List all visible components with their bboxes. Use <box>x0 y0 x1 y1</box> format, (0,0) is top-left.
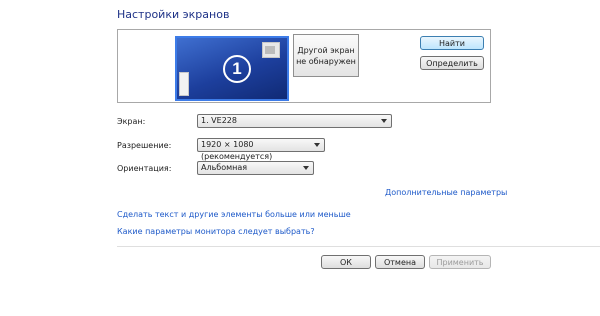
detect-button[interactable]: Определить <box>420 56 484 70</box>
orientation-select[interactable]: Альбомная <box>197 161 314 175</box>
monitor-2-thumbnail[interactable]: Другой экран не обнаружен <box>293 34 359 77</box>
ok-button[interactable]: ОК <box>321 255 371 269</box>
screen-select-value: 1. VE228 <box>201 116 237 125</box>
find-button[interactable]: Найти <box>420 36 484 50</box>
divider <box>117 246 600 247</box>
monitor-2-label-line2: не обнаружен <box>296 57 356 66</box>
chevron-down-icon <box>381 119 387 123</box>
window-thumbnail-icon <box>262 42 280 58</box>
monitor-help-link[interactable]: Какие параметры монитора следует выбрать… <box>117 227 315 236</box>
page-title: Настройки экранов <box>117 8 230 21</box>
chevron-down-icon <box>314 143 320 147</box>
orientation-select-value: Альбомная <box>201 163 248 172</box>
advanced-settings-link[interactable]: Дополнительные параметры <box>385 188 507 197</box>
monitor-1-thumbnail[interactable]: 1 <box>175 36 289 101</box>
resolution-label: Разрешение: <box>117 141 172 150</box>
screen-select[interactable]: 1. VE228 <box>197 114 392 128</box>
resolution-select[interactable]: 1920 × 1080 (рекомендуется) <box>197 138 325 161</box>
monitor-2-label-line1: Другой экран <box>297 46 355 55</box>
resolution-select-value: 1920 × 1080 (рекомендуется) <box>201 140 273 161</box>
chevron-down-icon <box>303 166 309 170</box>
screen-label: Экран: <box>117 117 146 126</box>
cancel-button[interactable]: Отмена <box>375 255 425 269</box>
monitor-number-badge: 1 <box>223 55 251 83</box>
desktop-icons-thumbnail <box>179 72 189 96</box>
text-size-link[interactable]: Сделать текст и другие элементы больше и… <box>117 210 351 219</box>
apply-button[interactable]: Применить <box>429 255 491 269</box>
orientation-label: Ориентация: <box>117 164 172 173</box>
